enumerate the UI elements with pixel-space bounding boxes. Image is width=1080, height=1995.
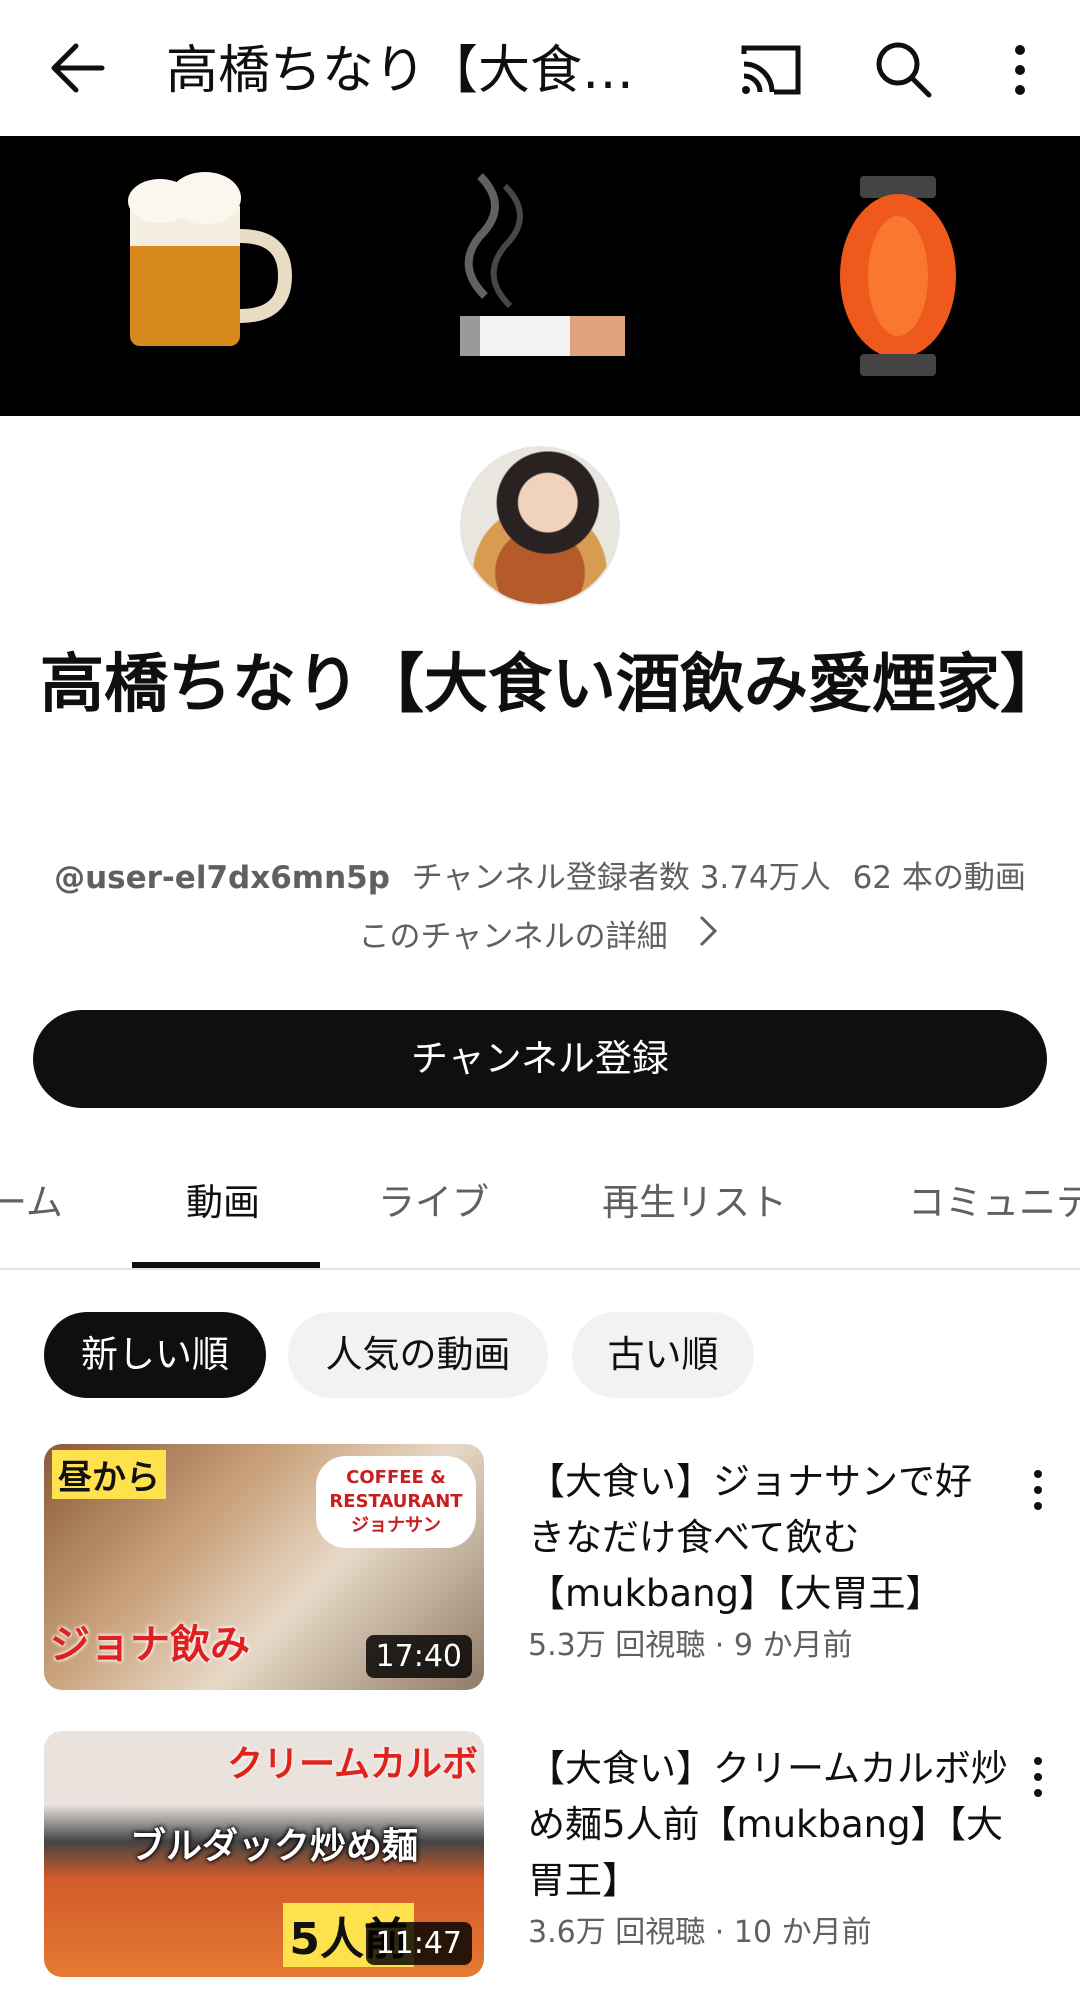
tab-home[interactable]: ーム <box>0 1150 63 1268</box>
more-vert-icon[interactable] <box>992 40 1048 100</box>
tab-community[interactable]: コミュニテ <box>908 1150 1080 1268</box>
channel-tabs: ーム 動画 ライブ 再生リスト コミュニテ <box>0 1150 1080 1270</box>
channel-handle: @user-el7dx6mn5p <box>54 860 390 896</box>
thumb-caption: COFFEE & RESTAURANT ジョナサン <box>316 1456 476 1548</box>
chip-oldest[interactable]: 古い順 <box>572 1312 754 1398</box>
video-count: 62 本の動画 <box>852 860 1026 896</box>
subscriber-count: チャンネル登録者数 3.74万人 <box>411 860 831 896</box>
video-duration: 11:47 <box>365 1922 472 1965</box>
thumb-caption: クリームカルボ <box>227 1744 478 1785</box>
thumb-caption: ジョナ飲み <box>50 1622 250 1668</box>
cast-icon[interactable] <box>738 40 804 100</box>
tab-videos[interactable]: 動画 <box>186 1150 260 1268</box>
thumb-caption: ブルダック炒め麺 <box>130 1826 419 1867</box>
video-title[interactable]: 【大食い】クリームカルボ炒め麺5人前【mukbang】【大胃王】 <box>528 1741 1008 1909</box>
chevron-right-icon <box>697 913 721 964</box>
channel-banner <box>0 136 1080 416</box>
tab-playlists[interactable]: 再生リスト <box>602 1150 787 1268</box>
video-thumbnail[interactable]: 昼から ジョナ飲み COFFEE & RESTAURANT ジョナサン 17:4… <box>44 1444 484 1690</box>
video-meta: 3.6万 回視聴 · 10 か月前 <box>528 1915 872 1950</box>
video-meta: 5.3万 回視聴 · 9 か月前 <box>528 1628 853 1663</box>
channel-name: 高橋ちなり【大食い酒飲み愛煙家】 <box>40 648 1064 722</box>
video-duration: 17:40 <box>365 1635 472 1678</box>
search-icon[interactable] <box>872 38 934 100</box>
page-title: 高橋ちなり【大食… <box>166 41 635 101</box>
channel-avatar[interactable] <box>460 446 620 606</box>
video-thumbnail[interactable]: クリームカルボ ブルダック炒め麺 5人前 11:47 <box>44 1731 484 1977</box>
thumb-caption: 昼から <box>52 1450 166 1499</box>
subscribe-button[interactable]: チャンネル登録 <box>33 1010 1047 1108</box>
tab-live[interactable]: ライブ <box>378 1150 489 1268</box>
channel-details-label: このチャンネルの詳細 <box>358 919 668 955</box>
app-bar: 高橋ちなり【大食… <box>0 0 1080 136</box>
channel-details-link[interactable]: このチャンネルの詳細 <box>300 912 780 962</box>
channel-meta: @user-el7dx6mn5p チャンネル登録者数 3.74万人 62 本の動… <box>20 852 1060 897</box>
video-item[interactable]: 昼から ジョナ飲み COFFEE & RESTAURANT ジョナサン 17:4… <box>0 1444 1080 1694</box>
lantern-icon <box>798 136 998 416</box>
chip-popular[interactable]: 人気の動画 <box>288 1312 548 1398</box>
more-vert-icon[interactable] <box>1020 1464 1056 1524</box>
more-vert-icon[interactable] <box>1020 1751 1056 1811</box>
video-title[interactable]: 【大食い】ジョナサンで好きなだけ食べて飲む【mukbang】【大胃王】 <box>528 1454 1008 1622</box>
video-item[interactable]: クリームカルボ ブルダック炒め麺 5人前 11:47 【大食い】クリームカルボ炒… <box>0 1731 1080 1981</box>
active-tab-indicator <box>132 1262 320 1268</box>
beer-icon <box>100 136 300 416</box>
cigarette-icon <box>440 136 640 416</box>
back-arrow-icon[interactable] <box>40 38 120 98</box>
chip-newest[interactable]: 新しい順 <box>44 1312 266 1398</box>
